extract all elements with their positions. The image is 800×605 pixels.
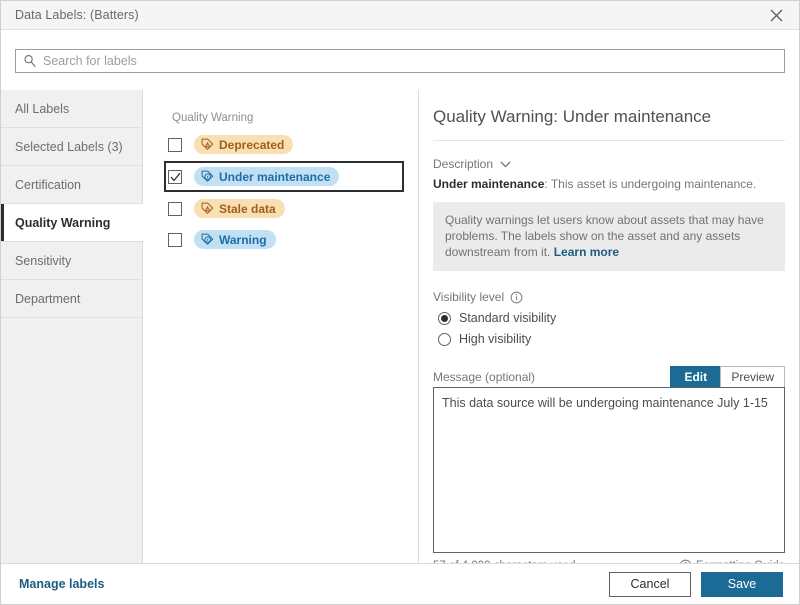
tab-edit[interactable]: Edit xyxy=(670,366,721,387)
radio-high-visibility[interactable]: High visibility xyxy=(433,332,785,346)
label-pill-text: Stale data xyxy=(219,202,276,216)
sidebar-item-sensitivity[interactable]: Sensitivity xyxy=(1,242,142,280)
sidebar-item-label: Sensitivity xyxy=(15,254,71,268)
sidebar-item-label: Quality Warning xyxy=(15,216,110,230)
label-pill-text: Warning xyxy=(219,233,267,247)
sidebar-item-label: Department xyxy=(15,292,80,306)
radio-label: Standard visibility xyxy=(459,311,556,325)
page-title: Quality Warning: Under maintenance xyxy=(433,90,785,141)
label-pill: Warning xyxy=(194,230,276,249)
search-section xyxy=(1,30,799,90)
label-checkbox[interactable] xyxy=(168,170,182,184)
search-box[interactable] xyxy=(15,49,785,73)
label-pill: Under maintenance xyxy=(194,167,339,186)
label-warning-icon xyxy=(201,138,214,151)
data-labels-dialog: Data Labels: (Batters) All Labels Select… xyxy=(0,0,800,605)
radio-label: High visibility xyxy=(459,332,531,346)
info-callout: Quality warnings let users know about as… xyxy=(433,202,785,271)
learn-more-link[interactable]: Learn more xyxy=(554,245,619,259)
manage-labels-link[interactable]: Manage labels xyxy=(19,577,104,591)
label-info-icon xyxy=(201,233,214,246)
save-button[interactable]: Save xyxy=(701,572,783,597)
message-label: Message (optional) xyxy=(433,370,535,387)
list-item[interactable]: Stale data xyxy=(144,194,418,223)
description-body: : This asset is undergoing maintenance. xyxy=(544,177,756,191)
list-item[interactable]: Under maintenance xyxy=(164,161,404,192)
search-icon xyxy=(23,54,37,68)
label-checkbox[interactable] xyxy=(168,138,182,152)
visibility-level-heading: Visibility level xyxy=(433,290,785,304)
search-input[interactable] xyxy=(43,51,784,71)
description-heading: Description xyxy=(433,157,493,171)
sidebar-item-quality-warning[interactable]: Quality Warning xyxy=(1,204,144,242)
label-warning-icon xyxy=(201,202,214,215)
message-mode-tabs: Edit Preview xyxy=(670,366,785,387)
sidebar-item-selected-labels[interactable]: Selected Labels (3) xyxy=(1,128,142,166)
dialog-body: All Labels Selected Labels (3) Certifica… xyxy=(1,90,799,563)
label-list-column: Quality Warning Deprecated xyxy=(144,90,419,563)
radio-standard-visibility[interactable]: Standard visibility xyxy=(433,311,785,325)
message-header: Message (optional) Edit Preview xyxy=(433,366,785,387)
sidebar-item-department[interactable]: Department xyxy=(1,280,142,318)
footer-buttons: Cancel Save xyxy=(609,572,783,597)
radio-dot xyxy=(441,315,448,322)
label-checkbox[interactable] xyxy=(168,202,182,216)
sidebar-item-certification[interactable]: Certification xyxy=(1,166,142,204)
sidebar-item-all-labels[interactable]: All Labels xyxy=(1,90,142,128)
label-pill: Stale data xyxy=(194,199,285,218)
label-info-icon xyxy=(201,170,214,183)
dialog-title: Data Labels: (Batters) xyxy=(1,8,139,22)
label-pill-text: Deprecated xyxy=(219,138,284,152)
list-item[interactable]: Warning xyxy=(144,225,418,254)
cancel-button[interactable]: Cancel xyxy=(609,572,691,597)
label-pill: Deprecated xyxy=(194,135,293,154)
label-pill-text: Under maintenance xyxy=(219,170,330,184)
description-term: Under maintenance xyxy=(433,177,544,191)
checkmark-icon xyxy=(170,172,181,182)
sidebar-item-label: All Labels xyxy=(15,102,69,116)
dialog-footer: Manage labels Cancel Save xyxy=(1,563,799,604)
radio-button[interactable] xyxy=(438,312,451,325)
description-toggle[interactable]: Description xyxy=(433,157,785,171)
label-group-title: Quality Warning xyxy=(144,90,418,128)
label-checkbox[interactable] xyxy=(168,233,182,247)
close-button[interactable] xyxy=(753,1,799,29)
visibility-level-label: Visibility level xyxy=(433,290,504,304)
radio-button[interactable] xyxy=(438,333,451,346)
category-sidebar: All Labels Selected Labels (3) Certifica… xyxy=(1,90,143,563)
detail-panel: Quality Warning: Under maintenance Descr… xyxy=(419,90,799,563)
tab-preview[interactable]: Preview xyxy=(720,366,785,387)
close-icon xyxy=(770,9,783,22)
sidebar-item-label: Certification xyxy=(15,178,81,192)
list-item[interactable]: Deprecated xyxy=(144,130,418,159)
info-circle-icon[interactable] xyxy=(510,291,523,304)
dialog-titlebar: Data Labels: (Batters) xyxy=(1,1,799,30)
description-text: Under maintenance: This asset is undergo… xyxy=(433,177,785,192)
sidebar-item-label: Selected Labels (3) xyxy=(15,140,123,154)
chevron-down-icon xyxy=(500,161,511,168)
message-textarea[interactable] xyxy=(433,387,785,553)
